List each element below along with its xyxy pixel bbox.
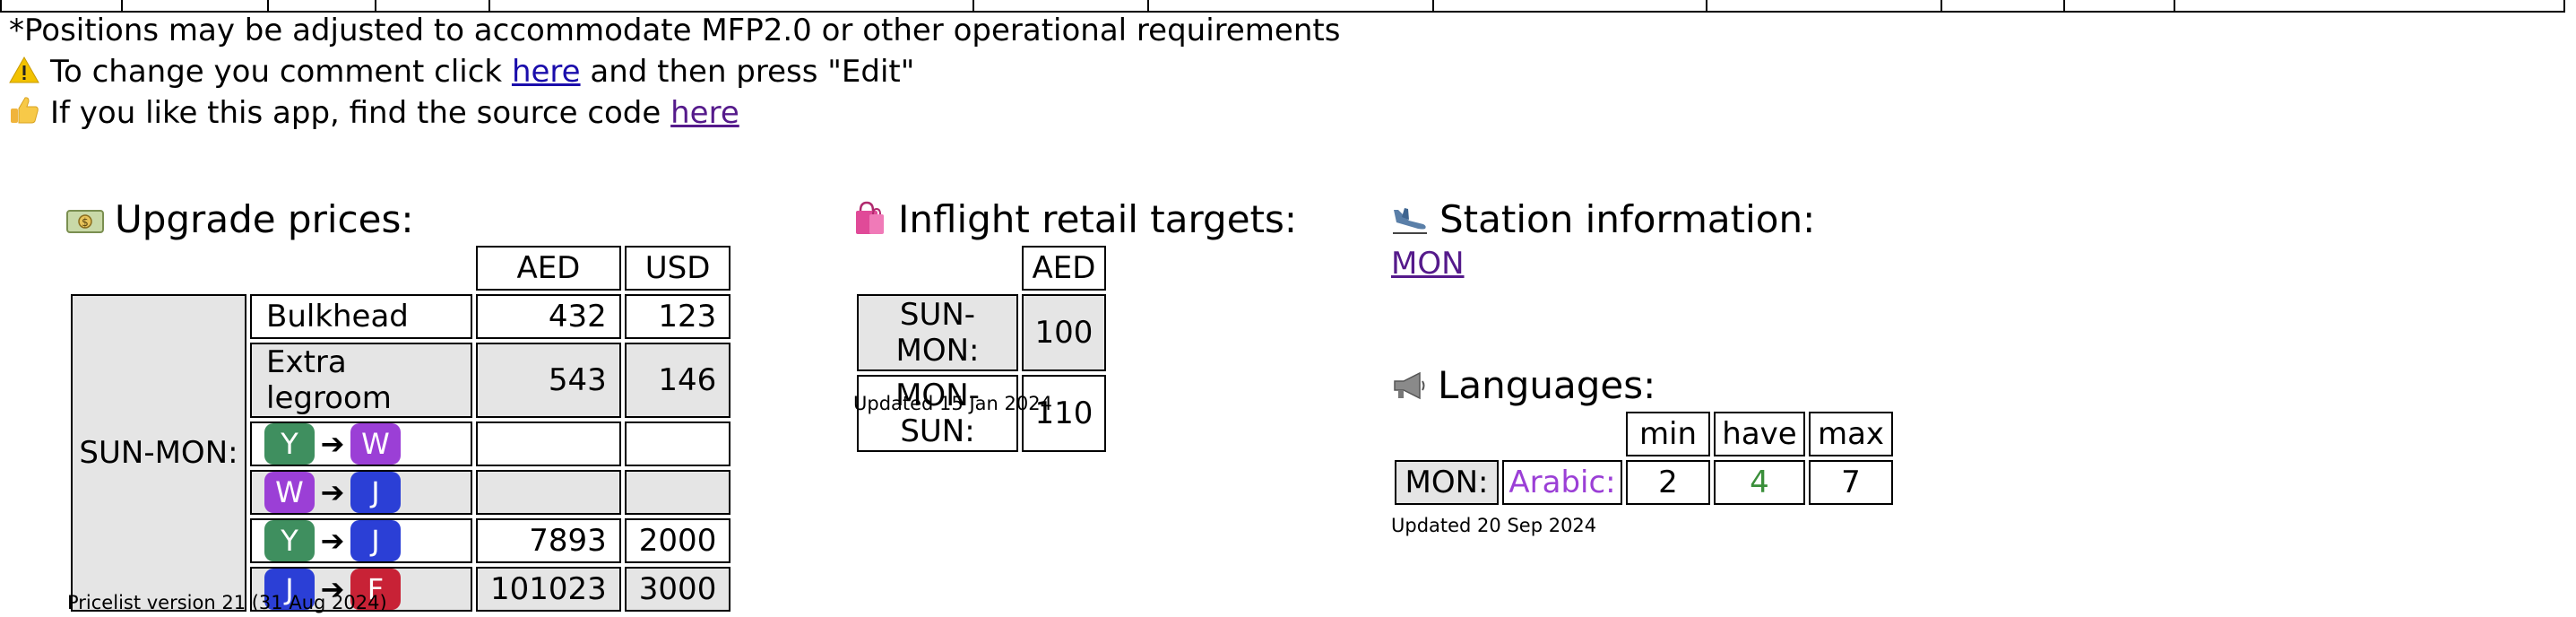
price-aed: 7893	[476, 518, 621, 563]
arrow-right-icon: ➔	[320, 524, 345, 558]
price-aed	[476, 470, 621, 515]
airplane-landing-icon	[1391, 200, 1429, 244]
language-have: 4	[1714, 460, 1805, 505]
station-info-heading: Station information:	[1391, 197, 1815, 244]
price-usd	[624, 470, 731, 515]
col-header-min: min	[1626, 412, 1710, 456]
comment-note: To change you comment click here and the…	[9, 54, 914, 91]
upgrade-class-change: W ➔ J	[250, 470, 472, 515]
price-usd: 3000	[624, 567, 731, 612]
price-aed: 543	[476, 343, 621, 418]
price-usd: 2000	[624, 518, 731, 563]
positions-note: *Positions may be adjusted to accommodat…	[9, 13, 1341, 48]
language-name: Arabic:	[1502, 460, 1622, 505]
arrow-right-icon: ➔	[320, 427, 345, 461]
price-aed: 101023	[476, 567, 621, 612]
upgrade-label-extra-legroom: Extra legroom	[250, 343, 472, 418]
table-cell	[972, 0, 974, 11]
comment-note-prefix: To change you comment click	[50, 54, 512, 90]
table-cell	[121, 0, 123, 11]
money-icon: $	[66, 200, 104, 244]
retail-targets-table: AED SUN-MON: 100 MON-SUN: 110	[853, 242, 1110, 456]
table-cell	[267, 0, 269, 11]
languages-updated: Updated 20 Sep 2024	[1391, 515, 1597, 536]
col-header-max: max	[1809, 412, 1893, 456]
language-min: 2	[1626, 460, 1710, 505]
shopping-bags-icon	[851, 200, 887, 245]
upgrade-prices-heading: $ Upgrade prices:	[66, 197, 413, 244]
route-cell: SUN-MON:	[71, 294, 246, 612]
pricelist-version: Pricelist version 21 (31 Aug 2024)	[67, 592, 387, 613]
upgrade-class-change: Y ➔ J	[250, 518, 472, 563]
class-badge-w: W	[350, 423, 401, 465]
table-cell	[488, 0, 490, 11]
upgrade-class-change: Y ➔ W	[250, 421, 472, 466]
price-aed	[476, 421, 621, 466]
crew-table-last-row	[0, 0, 2565, 13]
station-info-title: Station information:	[1439, 197, 1816, 241]
retail-targets-title: Inflight retail targets:	[898, 197, 1298, 241]
thumbs-up-icon	[9, 96, 39, 133]
retail-route: SUN-MON:	[857, 294, 1018, 371]
comment-note-suffix: and then press "Edit"	[580, 54, 915, 90]
upgrade-prices-title: Upgrade prices:	[115, 197, 414, 241]
class-badge-j: J	[350, 472, 401, 513]
arrow-right-icon: ➔	[320, 475, 345, 509]
languages-title: Languages:	[1438, 363, 1656, 407]
col-header-aed: AED	[476, 246, 621, 291]
upgrade-label-bulkhead: Bulkhead	[250, 294, 472, 339]
table-cell	[2063, 0, 2065, 11]
source-code-link[interactable]: here	[670, 95, 739, 131]
class-badge-y: Y	[264, 423, 315, 465]
table-cell	[375, 0, 376, 11]
price-usd: 146	[624, 343, 731, 418]
class-badge-w: W	[264, 472, 315, 513]
source-note-prefix: If you like this app, find the source co…	[50, 95, 671, 131]
table-cell	[1941, 0, 1942, 11]
station-link-mon[interactable]: MON	[1391, 246, 1465, 282]
retail-targets-heading: Inflight retail targets:	[851, 197, 1297, 245]
price-usd	[624, 421, 731, 466]
source-code-note: If you like this app, find the source co…	[9, 95, 739, 133]
languages-table: min have max MON: Arabic: 2 4 7	[1391, 408, 1897, 508]
warning-icon	[9, 56, 39, 91]
retail-updated: Updated 15 Jan 2024	[853, 393, 1052, 414]
price-usd: 123	[624, 294, 731, 339]
table-cell	[2563, 0, 2565, 11]
comment-edit-link[interactable]: here	[512, 54, 581, 90]
col-header-have: have	[1714, 412, 1805, 456]
col-header-aed: AED	[1022, 246, 1106, 291]
megaphone-icon	[1391, 366, 1427, 410]
class-badge-j: J	[350, 520, 401, 561]
language-max: 7	[1809, 460, 1893, 505]
table-cell	[1706, 0, 1707, 11]
price-aed: 432	[476, 294, 621, 339]
table-cell	[1432, 0, 1434, 11]
col-header-usd: USD	[624, 246, 731, 291]
languages-heading: Languages:	[1391, 363, 1655, 410]
table-cell	[0, 0, 2, 11]
retail-target-aed: 100	[1022, 294, 1106, 371]
table-cell	[1147, 0, 1149, 11]
upgrade-prices-table: AED USD SUN-MON: Bulkhead 432 123 Extra …	[67, 242, 734, 615]
svg-text:$: $	[82, 216, 89, 229]
language-station: MON:	[1395, 460, 1499, 505]
class-badge-y: Y	[264, 520, 315, 561]
table-cell	[2174, 0, 2175, 11]
